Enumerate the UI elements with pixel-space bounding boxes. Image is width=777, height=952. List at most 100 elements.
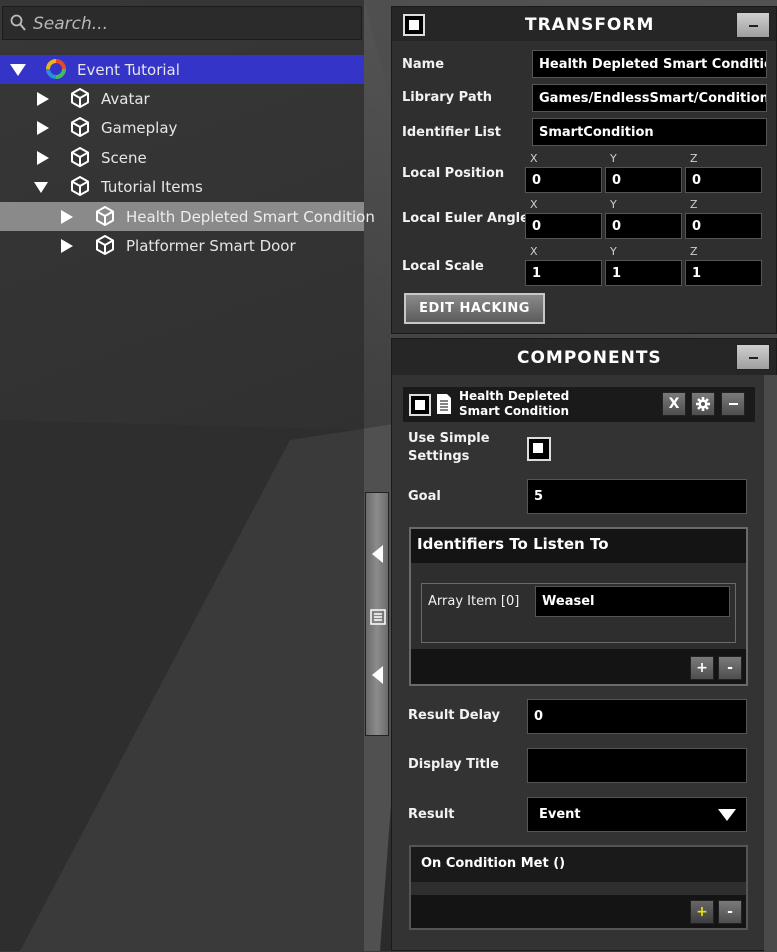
- array-item-label: Array Item [0]: [428, 594, 520, 609]
- identifiers-list-title: Identifiers To Listen To: [417, 535, 609, 553]
- collapse-left-arrow-icon[interactable]: [372, 545, 383, 563]
- tree-item-health-depleted-smart-condition[interactable]: Health Depleted Smart Condition: [0, 202, 375, 231]
- cube-icon: [96, 206, 114, 226]
- collapsed-arrow-icon[interactable]: [37, 92, 49, 106]
- tree-item-event-tutorial[interactable]: Event Tutorial: [0, 55, 364, 84]
- component-name: Health Depleted Smart Condition: [459, 389, 570, 418]
- identifiers-list: Identifiers To Listen To Array Item [0] …: [409, 527, 748, 686]
- position-z-field[interactable]: 0: [685, 167, 762, 193]
- axis-y-label: Y: [610, 245, 617, 258]
- goal-field[interactable]: 5: [527, 479, 747, 514]
- components-title: COMPONENTS: [517, 348, 662, 368]
- axis-y-label: Y: [610, 152, 617, 165]
- add-identifier-button[interactable]: +: [690, 656, 714, 680]
- use-simple-settings-label: Use Simple Settings: [408, 431, 490, 464]
- tree-item-label: Event Tutorial: [77, 60, 180, 79]
- axis-z-label: Z: [690, 245, 698, 258]
- remove-event-listener-button[interactable]: -: [718, 900, 742, 924]
- expand-arrow-icon[interactable]: [10, 64, 26, 76]
- components-collapse-button[interactable]: [736, 344, 770, 370]
- component-settings-button[interactable]: [691, 392, 715, 416]
- components-scrollbar[interactable]: [764, 375, 777, 952]
- axis-x-label: X: [530, 198, 538, 211]
- tree-item-platformer-smart-door[interactable]: Platformer Smart Door: [0, 231, 364, 260]
- tree-item-tutorial-items[interactable]: Tutorial Items: [0, 172, 364, 201]
- position-x-field[interactable]: 0: [525, 167, 602, 193]
- collapsed-arrow-icon[interactable]: [37, 151, 49, 165]
- use-simple-settings-checkbox[interactable]: [527, 437, 551, 461]
- cube-icon: [71, 88, 89, 108]
- scene-logo-icon: [46, 59, 66, 79]
- on-condition-met-event: On Condition Met () + -: [409, 845, 748, 930]
- tree-item-avatar[interactable]: Avatar: [0, 84, 364, 113]
- result-dropdown[interactable]: Event: [527, 797, 747, 832]
- event-title: On Condition Met (): [421, 856, 566, 871]
- axis-z-label: Z: [690, 152, 698, 165]
- identifier-list-field[interactable]: SmartCondition: [532, 118, 767, 146]
- components-panel: COMPONENTS Health Depleted Smart Conditi…: [391, 338, 777, 952]
- scale-y-field[interactable]: 1: [605, 260, 682, 286]
- add-event-listener-button[interactable]: +: [690, 900, 714, 924]
- edit-hacking-button[interactable]: EDIT HACKING: [404, 293, 545, 324]
- cube-icon: [71, 176, 89, 196]
- tree-item-label: Scene: [101, 148, 147, 167]
- result-delay-field[interactable]: 0: [527, 699, 747, 734]
- name-field[interactable]: Health Depleted Smart Condition: [532, 50, 767, 78]
- local-scale-label: Local Scale: [402, 259, 484, 274]
- search-box[interactable]: [2, 6, 362, 40]
- tree-item-label: Health Depleted Smart Condition: [126, 207, 375, 226]
- euler-x-field[interactable]: 0: [525, 213, 602, 239]
- axis-x-label: X: [530, 152, 538, 165]
- script-file-icon: [437, 394, 451, 414]
- tree-item-label: Gameplay: [101, 118, 178, 137]
- transform-collapse-button[interactable]: [736, 12, 770, 38]
- transform-enabled-checkbox[interactable]: [403, 14, 425, 36]
- collapsed-arrow-icon[interactable]: [61, 210, 73, 224]
- collapse-component-button[interactable]: [721, 392, 745, 416]
- name-label: Name: [402, 57, 445, 72]
- search-input[interactable]: [31, 11, 355, 37]
- tree-item-scene[interactable]: Scene: [0, 143, 364, 172]
- collapsed-arrow-icon[interactable]: [61, 239, 73, 253]
- tree-item-label: Platformer Smart Door: [126, 236, 296, 255]
- library-path-label: Library Path: [402, 90, 493, 105]
- axis-x-label: X: [530, 245, 538, 258]
- display-title-label: Display Title: [408, 757, 499, 772]
- tree-item-label: Tutorial Items: [101, 177, 203, 196]
- scale-x-field[interactable]: 1: [525, 260, 602, 286]
- minus-icon: [728, 403, 738, 405]
- library-path-field[interactable]: Games/EndlessSmart/Conditions: [532, 84, 767, 112]
- display-title-field[interactable]: [527, 748, 747, 783]
- array-item-field[interactable]: Weasel: [535, 586, 730, 617]
- cube-icon: [71, 147, 89, 167]
- gear-icon: [696, 397, 710, 411]
- remove-identifier-button[interactable]: -: [718, 656, 742, 680]
- axis-y-label: Y: [610, 198, 617, 211]
- identifier-list-label: Identifier List: [402, 125, 501, 140]
- remove-component-button[interactable]: X: [662, 392, 686, 416]
- transform-panel: TRANSFORM Name Health Depleted Smart Con…: [391, 6, 777, 334]
- result-label: Result: [408, 807, 455, 822]
- scale-z-field[interactable]: 1: [685, 260, 762, 286]
- component-header: Health Depleted Smart Condition X: [403, 387, 755, 422]
- component-enabled-checkbox[interactable]: [409, 394, 431, 416]
- transform-title: TRANSFORM: [525, 15, 655, 35]
- local-euler-angles-label: Local Euler Angles: [402, 211, 537, 226]
- list-menu-icon[interactable]: [369, 608, 387, 626]
- dropdown-arrow-icon: [718, 809, 736, 821]
- axis-z-label: Z: [690, 198, 698, 211]
- hierarchy-panel: Event Tutorial Avatar Gameplay Scene Tut…: [0, 0, 375, 951]
- collapse-left-arrow-icon[interactable]: [372, 666, 383, 684]
- panel-collapse-handle[interactable]: [365, 492, 389, 736]
- result-selected-value: Event: [539, 807, 581, 822]
- result-delay-label: Result Delay: [408, 708, 500, 723]
- position-y-field[interactable]: 0: [605, 167, 682, 193]
- expand-arrow-icon[interactable]: [34, 182, 48, 193]
- tree-item-gameplay[interactable]: Gameplay: [0, 113, 364, 142]
- array-item-row: Array Item [0] Weasel: [421, 583, 736, 643]
- tree-item-label: Avatar: [101, 89, 150, 108]
- goal-label: Goal: [408, 489, 441, 504]
- euler-y-field[interactable]: 0: [605, 213, 682, 239]
- collapsed-arrow-icon[interactable]: [37, 121, 49, 135]
- euler-z-field[interactable]: 0: [685, 213, 762, 239]
